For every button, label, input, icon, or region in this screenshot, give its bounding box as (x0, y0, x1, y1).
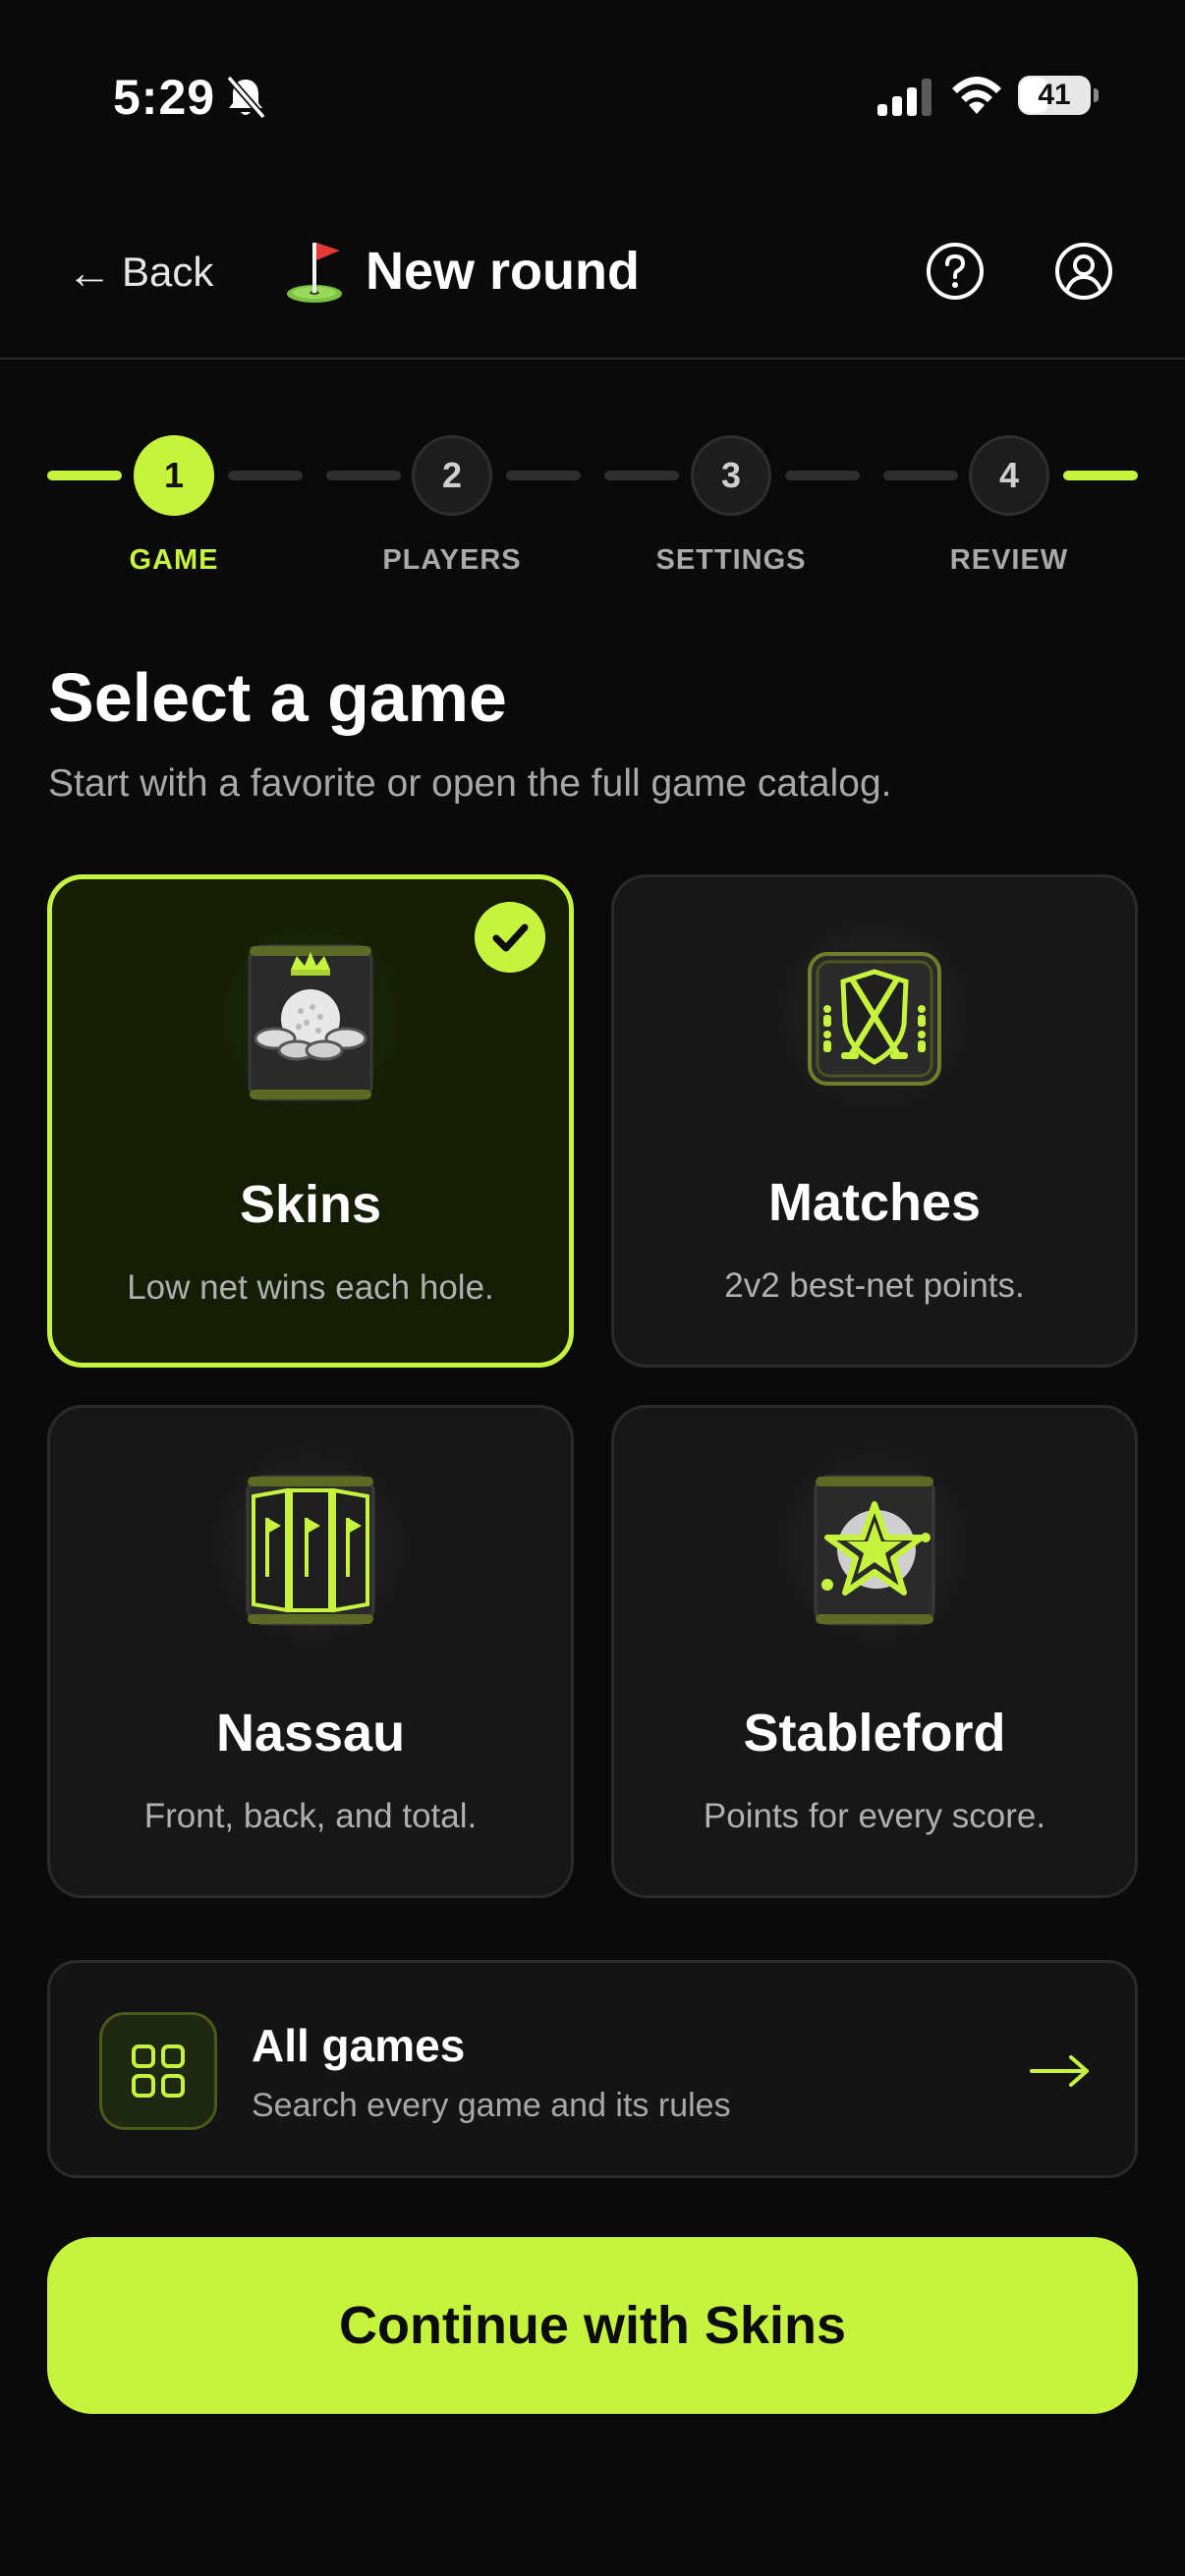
stepper-line (47, 471, 122, 480)
signal-icon (877, 79, 931, 116)
game-description: Points for every score. (703, 1797, 1046, 1835)
bell-off-icon (226, 75, 266, 120)
progress-stepper: 1 2 3 4 GAME PLAYERS SETTINGS REVIEW (0, 428, 1185, 586)
game-description: Front, back, and total. (143, 1797, 478, 1835)
game-title: Skins (239, 1175, 382, 1234)
step-4[interactable]: 4 (969, 435, 1049, 516)
stepper-line (785, 471, 860, 480)
game-title: Nassau (215, 1704, 406, 1763)
stepper-line (506, 471, 581, 480)
game-description: Low net wins each hole. (127, 1268, 494, 1307)
arrow-right-icon (1030, 2055, 1089, 2087)
page-title: New round (281, 232, 640, 310)
game-card-skins[interactable]: Skins Low net wins each hole. (47, 874, 574, 1368)
section-subtitle: Start with a favorite or open the full g… (48, 762, 892, 805)
step-2-label: PLAYERS (382, 544, 522, 576)
section-title: Select a game (48, 659, 507, 736)
help-icon[interactable] (924, 240, 987, 303)
game-card-stableford[interactable]: Stableford Points for every score. (611, 1405, 1138, 1898)
step-3[interactable]: 3 (691, 435, 771, 516)
skins-icon (248, 944, 373, 1101)
golf-flag-icon (287, 243, 342, 303)
check-icon (475, 902, 545, 973)
all-games-title: All games (252, 2020, 466, 2071)
all-games-button[interactable]: All games Search every game and its rule… (47, 1960, 1138, 2178)
stepper-line (604, 471, 679, 480)
step-4-label: REVIEW (949, 544, 1069, 576)
wifi-icon (952, 77, 1001, 114)
game-card-nassau[interactable]: Nassau Front, back, and total. (47, 1405, 574, 1898)
continue-button[interactable]: Continue with Skins (47, 2237, 1138, 2414)
game-card-matches[interactable]: Matches 2v2 best-net points. (611, 874, 1138, 1368)
back-label: Back (122, 249, 214, 295)
stableford-icon (814, 1475, 935, 1626)
stepper-line (1063, 471, 1138, 480)
stepper-line (326, 471, 401, 480)
page-title-text: New round (366, 242, 640, 301)
game-description: 2v2 best-net points. (724, 1266, 1025, 1305)
status-time: 5:29 (113, 70, 216, 125)
grid-icon-container (99, 2012, 217, 2130)
matches-icon (808, 952, 941, 1086)
back-arrow-icon: ← (67, 247, 112, 298)
nassau-icon (246, 1475, 375, 1626)
step-1[interactable]: 1 (134, 435, 214, 516)
all-games-subtitle: Search every game and its rules (252, 2087, 731, 2124)
stepper-line (883, 471, 958, 480)
step-3-label: SETTINGS (655, 544, 807, 576)
back-button[interactable]: ← Back (67, 238, 213, 307)
game-title: Matches (767, 1173, 982, 1232)
step-2[interactable]: 2 (412, 435, 492, 516)
header: ← Back New round (0, 196, 1185, 360)
stepper-line (228, 471, 303, 480)
game-title: Stableford (743, 1704, 1006, 1763)
profile-icon[interactable] (1052, 240, 1115, 303)
step-1-label: GAME (129, 544, 219, 576)
status-bar: 5:29 41 (0, 0, 1185, 196)
battery-percent: 41 (1038, 79, 1071, 111)
grid-icon (132, 2044, 185, 2098)
battery-indicator: 41 (1018, 76, 1099, 115)
